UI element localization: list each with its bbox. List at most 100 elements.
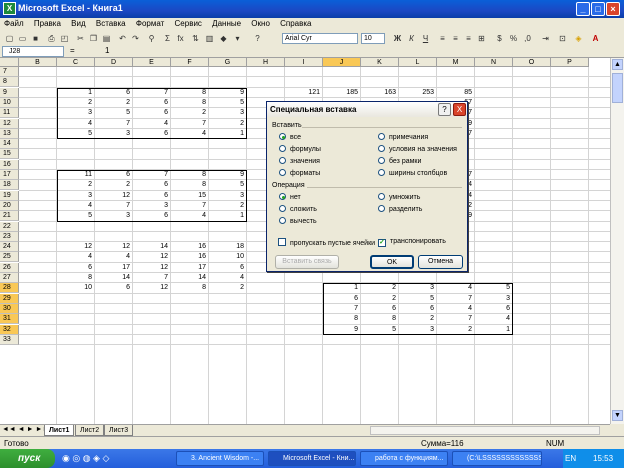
tab-nav-icon[interactable]: ◄◄ ◄ ► ►► [2, 426, 49, 433]
autosum-icon[interactable]: Σ [162, 33, 173, 44]
row-header[interactable]: 14 [0, 139, 19, 150]
radio-values[interactable]: значения [279, 157, 320, 165]
cell[interactable]: 18 [209, 242, 247, 252]
save-icon[interactable]: ■ [30, 33, 41, 44]
column-header[interactable]: K [361, 58, 399, 67]
row-header[interactable]: 19 [0, 190, 19, 201]
row-header[interactable]: 31 [0, 314, 19, 325]
dialog-close-button[interactable]: X [453, 103, 466, 116]
underline-icon[interactable]: Ч [420, 33, 431, 44]
function-icon[interactable]: fx [175, 33, 186, 44]
cancel-button[interactable]: Отмена [418, 255, 463, 269]
column-header[interactable]: I [285, 58, 323, 67]
task-excel[interactable]: Microsoft Excel - Кни... [268, 451, 356, 466]
cell[interactable]: 2 [209, 283, 247, 293]
row-header[interactable]: 11 [0, 108, 19, 119]
radio-formats[interactable]: форматы [279, 169, 320, 177]
scroll-thumb[interactable] [612, 73, 623, 103]
copy-icon[interactable]: ❐ [88, 33, 99, 44]
tab-sheet3[interactable]: Лист3 [104, 425, 134, 436]
print-icon[interactable]: ⎙ [46, 33, 57, 44]
chart-icon[interactable]: ▥ [204, 33, 215, 44]
cell[interactable]: 85 [437, 88, 475, 98]
cell[interactable]: 185 [323, 88, 361, 98]
horizontal-scrollbar[interactable] [370, 426, 600, 435]
zoom-icon[interactable]: ▾ [232, 33, 243, 44]
vertical-scrollbar[interactable]: ▲ ▼ [610, 58, 624, 424]
radio-op-none[interactable]: нет [279, 193, 301, 201]
row-header[interactable]: 20 [0, 200, 19, 211]
formula-equals-icon[interactable]: = [70, 46, 100, 57]
language-indicator[interactable]: EN [565, 449, 576, 468]
cell[interactable]: 8 [57, 273, 95, 283]
tab-sheet1[interactable]: Лист1 [44, 425, 75, 436]
font-size-select[interactable]: 10 [361, 33, 385, 44]
help-icon[interactable]: ? [252, 33, 263, 44]
drawing-icon[interactable]: ◆ [218, 33, 229, 44]
menu-view[interactable]: Вид [67, 18, 89, 29]
align-right-icon[interactable]: ≡ [463, 33, 474, 44]
row-header[interactable]: 29 [0, 293, 19, 304]
quicklaunch-icons[interactable]: ◉ ◎ ◍ ◈ ◇ [62, 453, 109, 464]
task-ancient-wisdom[interactable]: 3. Ancient Wisdom -... [176, 451, 264, 466]
cell[interactable]: 6 [209, 263, 247, 273]
cell[interactable]: 6 [95, 283, 133, 293]
radio-validation[interactable]: условия на значения [378, 145, 457, 153]
column-header[interactable]: F [171, 58, 209, 67]
scroll-up-icon[interactable]: ▲ [612, 59, 623, 70]
cell[interactable]: 163 [361, 88, 399, 98]
cell[interactable]: 4 [95, 252, 133, 262]
menu-edit[interactable]: Правка [30, 18, 65, 29]
checkbox-transpose[interactable]: ✓ транспонировать [378, 238, 446, 247]
menu-format[interactable]: Формат [132, 18, 168, 29]
row-header[interactable]: 15 [0, 149, 19, 160]
cell[interactable]: 14 [95, 273, 133, 283]
borders-icon[interactable]: ⊡ [557, 33, 568, 44]
font-name-select[interactable]: Arial Cyr [282, 33, 358, 44]
italic-icon[interactable]: К [406, 33, 417, 44]
column-header[interactable]: C [57, 58, 95, 67]
start-button[interactable]: пуск [0, 449, 55, 468]
name-box[interactable]: J28 [2, 46, 64, 57]
row-header[interactable]: 26 [0, 262, 19, 273]
radio-comments[interactable]: примечания [378, 133, 428, 141]
radio-op-add[interactable]: сложить [279, 205, 317, 213]
font-color-icon[interactable]: A [590, 33, 601, 44]
ok-button[interactable]: OK [370, 255, 414, 269]
cell[interactable]: 8 [171, 283, 209, 293]
row-header[interactable]: 12 [0, 118, 19, 129]
cell[interactable]: 6 [57, 263, 95, 273]
new-icon[interactable]: ▢ [4, 33, 15, 44]
row-header[interactable]: 10 [0, 97, 19, 108]
select-all-corner[interactable] [0, 58, 19, 67]
column-header[interactable]: H [247, 58, 285, 67]
column-header[interactable]: N [475, 58, 513, 67]
row-header[interactable]: 9 [0, 87, 19, 98]
column-header[interactable]: E [133, 58, 171, 67]
cell[interactable]: 12 [133, 283, 171, 293]
menu-tools[interactable]: Сервис [171, 18, 206, 29]
cell[interactable]: 17 [171, 263, 209, 273]
row-header[interactable]: 22 [0, 221, 19, 232]
row-header[interactable]: 23 [0, 231, 19, 242]
column-header[interactable]: G [209, 58, 247, 67]
cell[interactable]: 12 [133, 263, 171, 273]
align-left-icon[interactable]: ≡ [437, 33, 448, 44]
row-header[interactable]: 7 [0, 67, 19, 77]
fill-color-icon[interactable]: ◈ [573, 33, 584, 44]
radio-formulas[interactable]: формулы [279, 145, 321, 153]
checkbox-skip-blanks[interactable]: пропускать пустые ячейки [278, 238, 375, 247]
cell[interactable]: 10 [209, 252, 247, 262]
cell[interactable]: 14 [171, 273, 209, 283]
dialog-help-button[interactable]: ? [438, 103, 451, 116]
row-header[interactable]: 8 [0, 77, 19, 88]
cell[interactable]: 10 [57, 283, 95, 293]
cell[interactable]: 12 [57, 242, 95, 252]
column-header[interactable]: M [437, 58, 475, 67]
cut-icon[interactable]: ✂ [75, 33, 86, 44]
radio-op-divide[interactable]: разделить [378, 205, 422, 213]
row-header[interactable]: 27 [0, 273, 19, 283]
cell[interactable]: 4 [209, 273, 247, 283]
minimize-button[interactable]: _ [576, 2, 590, 16]
row-header[interactable]: 25 [0, 252, 19, 263]
